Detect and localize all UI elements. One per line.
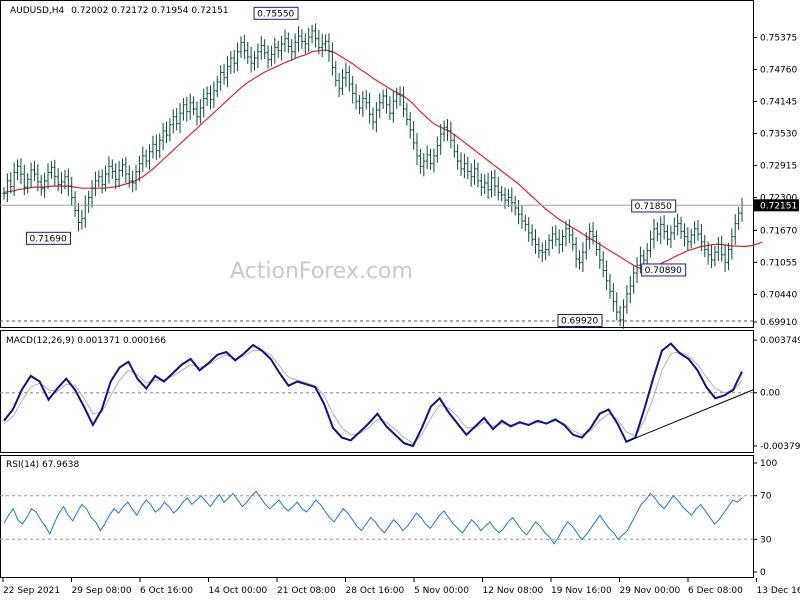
x-tick-label: 29 Sep 08:00 [72,586,132,596]
x-tick-label: 19 Nov 16:00 [551,586,612,596]
x-tick-label: 12 Nov 08:00 [483,586,544,596]
x-tick-label: 14 Oct 00:00 [209,586,268,596]
rsi-y-tick-label: 30 [760,535,772,545]
price-y-tick-label: 0.75375 [760,33,797,43]
chart-canvas: ActionForex.com 0.75550 0.71690 0.71850 0.7… [0,0,800,596]
price-y-axis: 0.753750.747600.741450.735300.729150.723… [753,33,797,328]
price-annotation: 0.71690 [25,231,71,245]
current-price-tag: 0.72151 [754,199,799,212]
x-tick-label: 21 Oct 08:00 [277,586,336,596]
instrument-label: AUDUSD,H4 0.72002 0.72172 0.71954 0.7215… [10,6,229,16]
watermark: ActionForex.com [230,259,413,284]
macd-title: MACD(12,26,9) 0.001371 0.000166 [6,336,166,346]
price-y-tick-label: 0.72915 [760,162,797,172]
price-y-tick-label: 0.71670 [760,226,797,236]
macd-y-tick-label: -0.003796 [760,442,800,452]
x-tick-label: 29 Nov 00:00 [620,586,681,596]
current-price-value: 0.72151 [760,201,797,211]
price-y-tick-label: 0.74760 [760,65,797,75]
ohlc-values: 0.72002 0.72172 0.71954 0.72151 [71,6,228,16]
price-y-tick-label: 0.70440 [760,290,797,300]
x-tick-label: 28 Oct 16:00 [346,586,405,596]
price-y-tick-label: 0.69910 [760,318,797,328]
price-y-tick-label: 0.73530 [760,129,797,139]
price-annotation: 0.70890 [641,263,687,277]
rsi-y-tick-label: 0 [760,568,766,578]
rsi-y-tick-label: 100 [760,459,777,469]
x-tick-label: 6 Oct 16:00 [140,586,193,596]
price-annotation: 0.71850 [631,199,677,213]
price-annotation: 0.75550 [253,6,299,20]
price-annotation-label: 0.70890 [645,266,682,276]
x-tick-label: 5 Nov 00:00 [414,586,469,596]
rsi-y-tick-label: 70 [760,492,772,502]
x-tick-label: 13 Dec 16:00 [757,586,800,596]
rsi-panel: RSI(14) 67.9638 100 70 30 0 [0,455,777,578]
x-tick-label: 6 Dec 08:00 [688,586,743,596]
macd-panel: MACD(12,26,9) 0.001371 0.000166 0.003749… [0,330,800,453]
macd-y-tick-label: 0.003749 [760,336,800,346]
price-annotation-label: 0.75550 [257,9,294,19]
rsi-y-axis: 100 70 30 0 [753,459,777,578]
price-annotation-label: 0.71690 [29,234,66,244]
price-y-tick-label: 0.74145 [760,97,797,107]
rsi-panel-frame [0,455,754,578]
instrument-name: AUDUSD,H4 [10,6,65,16]
macd-y-tick-label: 0.00 [760,389,780,399]
macd-y-axis: 0.003749 0.00 -0.003796 [753,336,800,452]
x-tick-label: 22 Sep 2021 [3,586,60,596]
price-y-tick-label: 0.71055 [760,258,797,268]
price-annotation: 0.69920 [557,313,603,327]
rsi-title: RSI(14) 67.9638 [6,460,79,470]
price-annotation-label: 0.71850 [635,202,672,212]
price-annotation-label: 0.69920 [561,316,598,326]
time-x-axis: 22 Sep 2021 29 Sep 08:00 6 Oct 16:00 14 Oct… [2,578,800,596]
price-panel: ActionForex.com 0.75550 0.71690 0.71850 0.7… [0,0,799,329]
